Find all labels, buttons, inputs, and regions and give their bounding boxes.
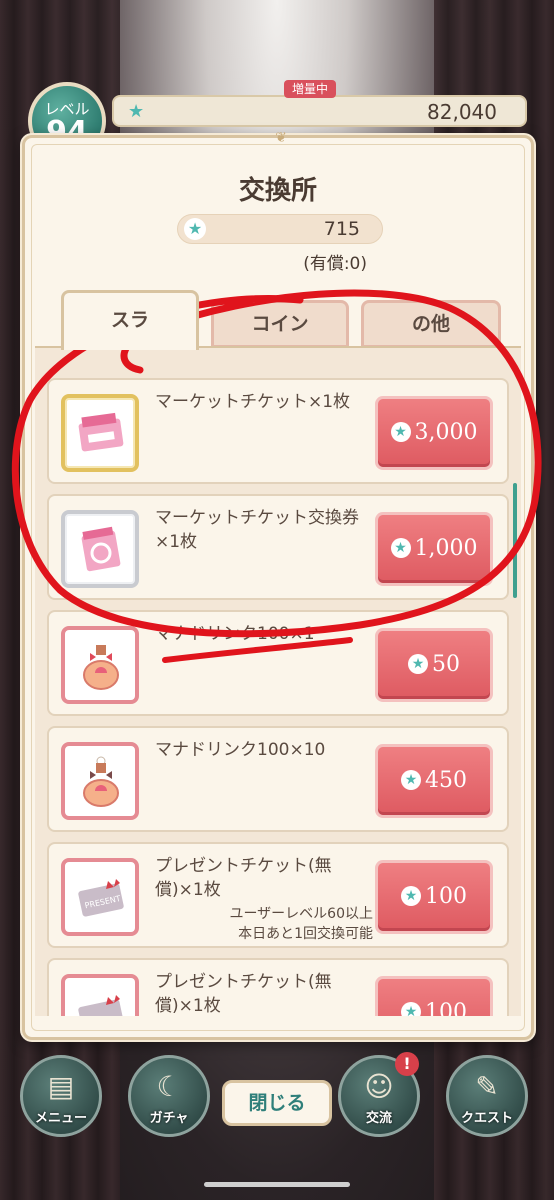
dialog-title: 交換所 bbox=[238, 176, 317, 206]
exchange-dialog: ❦ 交換所 ★ 715 (有償:0) スラ コイン の他 マーケットチケット×1… bbox=[22, 130, 534, 1040]
star-icon: ★ bbox=[184, 218, 206, 240]
nav-social-label: 交流 bbox=[365, 1111, 392, 1126]
currency-bar: ★ 715 bbox=[177, 214, 383, 244]
currency-value: 715 bbox=[323, 218, 360, 240]
star-icon: ★ bbox=[390, 422, 411, 442]
close-button[interactable]: 閉じる bbox=[222, 1080, 332, 1126]
tab-bar: スラ コイン の他 bbox=[55, 290, 507, 350]
list-item[interactable]: マナドリンク100×1 ★ 50 bbox=[47, 610, 509, 716]
present-ticket-icon: PRESENT bbox=[61, 858, 139, 936]
nav-social-button[interactable]: ☺ 交流 ! bbox=[338, 1052, 420, 1137]
nav-gacha-button[interactable]: ☾ ガチャ bbox=[128, 1055, 210, 1137]
tab-coin[interactable]: コイン bbox=[211, 300, 349, 348]
star-icon: ★ bbox=[401, 886, 421, 906]
item-name: プレゼントチケット(無償)×1枚 bbox=[155, 972, 332, 1016]
boost-tag: 増量中 bbox=[284, 80, 337, 98]
exchange-button[interactable]: ★ 50 bbox=[375, 628, 493, 702]
item-name: マナドリンク100×1 bbox=[155, 624, 315, 644]
list-item[interactable]: マーケットチケット×1枚 ★ 3,000 bbox=[47, 378, 509, 484]
nav-menu-button[interactable]: ▤ メニュー bbox=[20, 1055, 102, 1137]
exchange-button[interactable]: ★ 1,000 bbox=[375, 512, 493, 586]
list-item[interactable]: プレゼントチケット(無償)×1枚 ★ 100 bbox=[47, 958, 509, 1016]
item-name: マナドリンク100×10 bbox=[155, 740, 326, 760]
nav-quest-button[interactable]: ✎ クエスト bbox=[446, 1055, 528, 1137]
nav-quest-label: クエスト bbox=[460, 1111, 513, 1126]
star-icon: ★ bbox=[401, 1002, 421, 1016]
item-note-remaining: 本日あと1回交換可能 bbox=[238, 926, 373, 942]
moon-icon: ☾ bbox=[156, 1070, 182, 1103]
item-note: ユーザーレベル60以上 本日あと1回交換可能 bbox=[155, 904, 373, 944]
exchange-button[interactable]: ★ 100 bbox=[375, 976, 493, 1016]
nav-gacha-label: ガチャ bbox=[149, 1111, 189, 1126]
quest-icon: ✎ bbox=[475, 1070, 499, 1103]
notification-badge: ! bbox=[395, 1052, 419, 1076]
list-item[interactable]: マーケットチケット交換券×1枚 ★ 1,000 bbox=[47, 494, 509, 600]
book-icon: ▤ bbox=[47, 1070, 75, 1103]
market-ticket-icon bbox=[61, 394, 139, 472]
star-icon: ★ bbox=[401, 770, 421, 790]
exchange-list[interactable]: マーケットチケット×1枚 ★ 3,000 マーケットチケット交換券×1枚 ★ 1,0… bbox=[35, 346, 521, 1016]
mana-drink-icon bbox=[61, 742, 139, 820]
item-note-requirement: ユーザーレベル60以上 bbox=[229, 906, 373, 922]
item-name: マーケットチケット×1枚 bbox=[155, 392, 351, 412]
list-scrollbar[interactable] bbox=[513, 483, 517, 598]
exchange-button[interactable]: ★ 450 bbox=[375, 744, 493, 818]
exchange-ticket-icon bbox=[61, 510, 139, 588]
star-icon: ★ bbox=[390, 538, 411, 558]
price-value: 100 bbox=[425, 1000, 467, 1016]
price-value: 3,000 bbox=[414, 420, 478, 445]
star-icon: ★ bbox=[408, 654, 428, 674]
tab-other[interactable]: の他 bbox=[361, 300, 501, 348]
mana-drink-icon bbox=[61, 626, 139, 704]
ornament-icon: ❦ bbox=[275, 130, 287, 146]
star-total-value: 82,040 bbox=[427, 100, 497, 124]
list-item[interactable]: PRESENT プレゼントチケット(無償)×1枚 ユーザーレベル60以上 本日あ… bbox=[47, 842, 509, 948]
price-value: 1,000 bbox=[414, 536, 478, 561]
price-value: 50 bbox=[432, 652, 460, 677]
star-icon: ★ bbox=[128, 101, 145, 122]
exchange-button[interactable]: ★ 100 bbox=[375, 860, 493, 934]
star-total-bar: ★ 82,040 bbox=[112, 95, 527, 127]
item-name: プレゼントチケット(無償)×1枚 bbox=[155, 856, 332, 900]
price-value: 100 bbox=[425, 884, 467, 909]
price-value: 450 bbox=[425, 768, 467, 793]
tab-star[interactable]: スラ bbox=[61, 290, 199, 350]
exchange-button[interactable]: ★ 3,000 bbox=[375, 396, 493, 470]
item-name: マーケットチケット交換券×1枚 bbox=[155, 508, 359, 552]
paid-note: (有償:0) bbox=[303, 254, 367, 274]
list-item[interactable]: マナドリンク100×10 ★ 450 bbox=[47, 726, 509, 832]
nav-menu-label: メニュー bbox=[34, 1111, 87, 1126]
home-indicator[interactable] bbox=[204, 1182, 350, 1187]
present-ticket-icon bbox=[61, 974, 139, 1016]
